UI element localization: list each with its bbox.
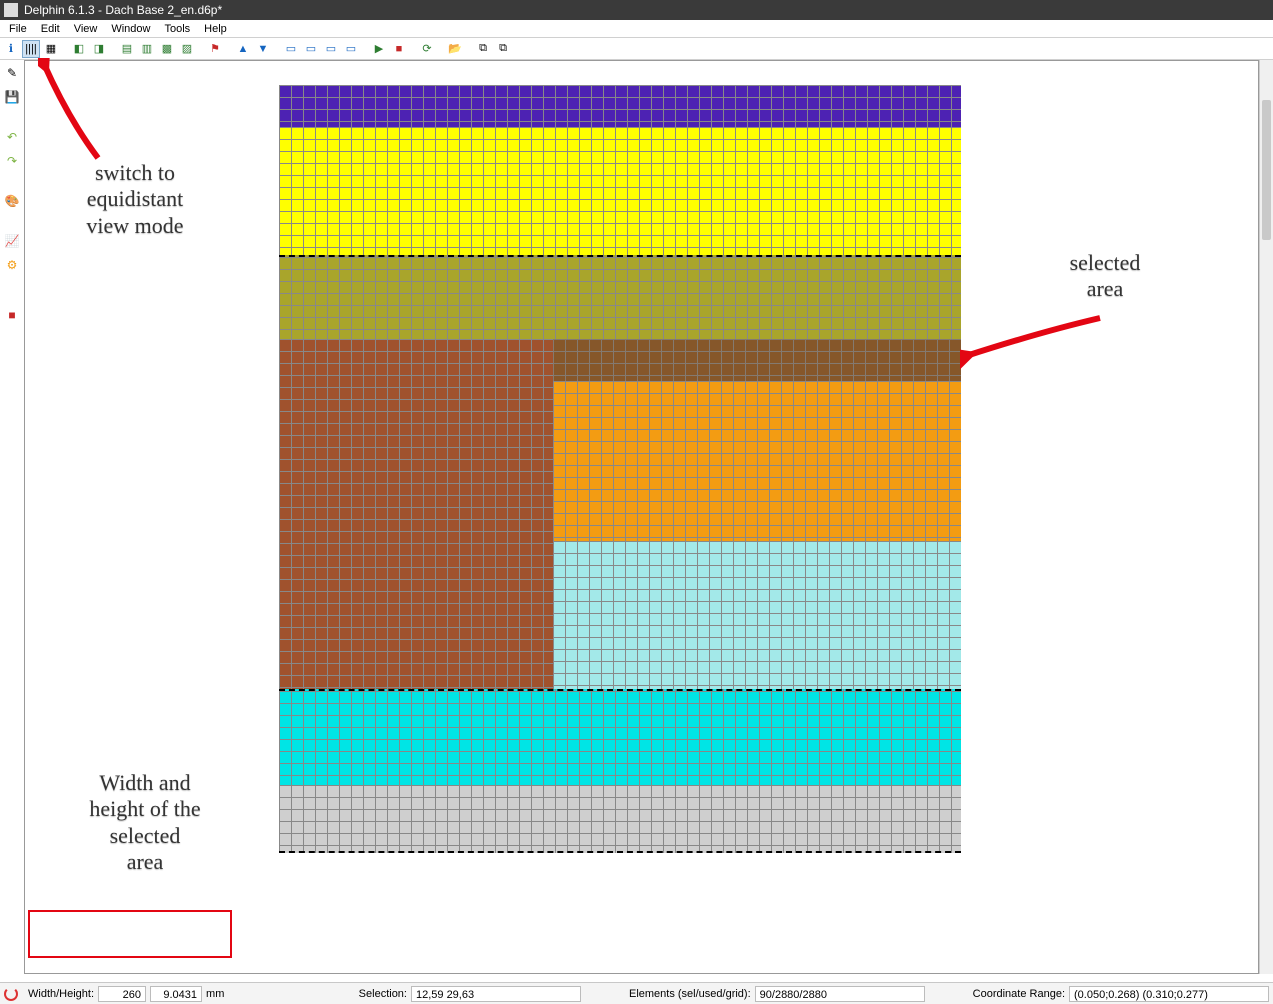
status-selection-label: Selection:	[359, 988, 407, 1000]
layer-orange-right[interactable]	[553, 381, 961, 541]
menu-bar: File Edit View Window Tools Help	[0, 20, 1273, 38]
scrollbar-thumb[interactable]	[1262, 100, 1271, 240]
chart-icon[interactable]: 📈	[3, 232, 21, 250]
layer-grey[interactable]	[279, 785, 961, 853]
status-elements-label: Elements (sel/used/grid):	[629, 988, 751, 1000]
run-icon[interactable]: ▶	[370, 40, 388, 58]
vertical-scrollbar[interactable]	[1259, 60, 1273, 974]
layer-darkbrown-right[interactable]	[553, 339, 961, 381]
layer-lightblue-right[interactable]	[553, 541, 961, 689]
menu-window[interactable]: Window	[104, 22, 157, 36]
status-bar: Width/Height: 260 9.0431 mm Selection: 1…	[0, 982, 1273, 1004]
status-unit: mm	[206, 988, 224, 1000]
construction-canvas[interactable]	[24, 60, 1259, 974]
sel-button-2[interactable]: ▭	[302, 40, 320, 58]
top-toolbar: ℹ |||| ▦ ◧ ◨ ▤ ▥ ▩ ▨ ⚑ ▲ ▼ ▭ ▭ ▭ ▭ ▶ ■ ⟳…	[0, 38, 1273, 60]
flip-v-icon[interactable]: ▼	[254, 40, 272, 58]
grid-button-1[interactable]: ▤	[118, 40, 136, 58]
menu-view[interactable]: View	[67, 22, 105, 36]
layer-olive[interactable]	[279, 255, 961, 339]
flip-h-icon[interactable]: ▲	[234, 40, 252, 58]
grid-button-2[interactable]: ▥	[138, 40, 156, 58]
grid-button-3[interactable]: ▩	[158, 40, 176, 58]
layer-purple[interactable]	[279, 85, 961, 127]
tool-button-1[interactable]: ◧	[70, 40, 88, 58]
menu-file[interactable]: File	[2, 22, 34, 36]
save-icon[interactable]: 💾	[3, 88, 21, 106]
tool-button-2[interactable]: ◨	[90, 40, 108, 58]
flag-icon[interactable]: ⚑	[206, 40, 224, 58]
info-icon[interactable]: ℹ	[2, 40, 20, 58]
status-width-field[interactable]: 260	[98, 986, 146, 1002]
status-coord-label: Coordinate Range:	[973, 988, 1065, 1000]
menu-tools[interactable]: Tools	[157, 22, 197, 36]
sel-button-3[interactable]: ▭	[322, 40, 340, 58]
layer-brown-left[interactable]	[279, 339, 553, 689]
sel-button-1[interactable]: ▭	[282, 40, 300, 58]
title-text: Delphin 6.1.3 - Dach Base 2_en.d6p*	[24, 3, 222, 17]
open-icon[interactable]: 📂	[446, 40, 464, 58]
layer-yellow[interactable]	[279, 127, 961, 255]
status-wh-label: Width/Height:	[28, 988, 94, 1000]
status-selection-field: 12,59 29,63	[411, 986, 581, 1002]
status-elements-field: 90/2880/2880	[755, 986, 925, 1002]
busy-spinner-icon	[4, 987, 18, 1001]
equidistant-view-button[interactable]: ||||	[22, 40, 40, 58]
construction-grid	[279, 85, 961, 853]
status-height-field[interactable]: 9.0431	[150, 986, 202, 1002]
arrow-to-selected-area-icon	[960, 312, 1110, 372]
menu-help[interactable]: Help	[197, 22, 234, 36]
refresh-icon[interactable]: ⟳	[418, 40, 436, 58]
arrow-to-equidistant-icon	[38, 58, 118, 168]
app-logo-icon	[4, 3, 18, 17]
stop-icon[interactable]: ■	[390, 40, 408, 58]
layer-cyan[interactable]	[279, 689, 961, 785]
gear-icon[interactable]: ⚙	[3, 256, 21, 274]
undo-icon[interactable]: ↶	[3, 128, 21, 146]
status-coord-field: (0.050;0.268) (0.310;0.277)	[1069, 986, 1269, 1002]
grid-button-4[interactable]: ▨	[178, 40, 196, 58]
new-icon[interactable]: ✎	[3, 64, 21, 82]
left-toolbar: ✎ 💾 ↶ ↷ 🎨 📈 ⚙ ■	[0, 60, 24, 324]
paste-icon[interactable]: ⧉	[494, 40, 512, 58]
color-swatch-icon[interactable]: ■	[3, 306, 21, 324]
copy-icon[interactable]: ⧉	[474, 40, 492, 58]
redo-icon[interactable]: ↷	[3, 152, 21, 170]
menu-edit[interactable]: Edit	[34, 22, 67, 36]
title-bar: Delphin 6.1.3 - Dach Base 2_en.d6p*	[0, 0, 1273, 20]
sel-button-4[interactable]: ▭	[342, 40, 360, 58]
proportional-view-button[interactable]: ▦	[42, 40, 60, 58]
paint-icon[interactable]: 🎨	[3, 192, 21, 210]
